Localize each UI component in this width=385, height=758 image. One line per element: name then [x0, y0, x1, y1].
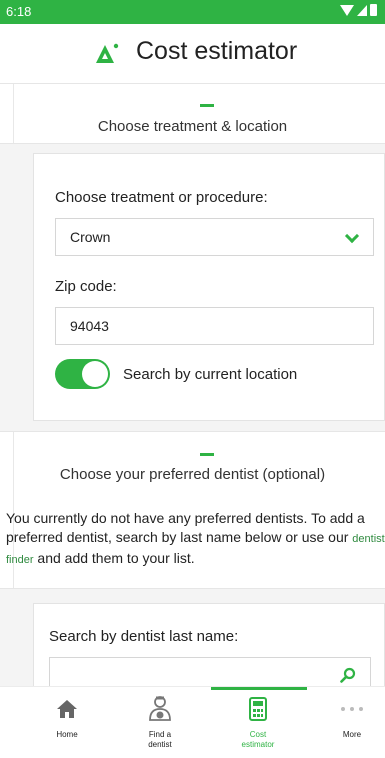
section-indicator [200, 453, 214, 456]
zip-code-input[interactable]: 94043 [55, 307, 374, 345]
bottom-nav: Home Find a dentist Cost estimator More [0, 686, 385, 758]
nav-find-dentist-label: Find a dentist [148, 730, 172, 749]
info-text-start: You currently do not have any preferred … [6, 510, 365, 545]
chevron-down-icon [344, 228, 360, 244]
zip-code-value: 94043 [70, 318, 109, 334]
toggle-knob [82, 361, 108, 387]
procedure-select[interactable]: Crown [55, 218, 374, 256]
nav-home-label: Home [56, 730, 78, 739]
nav-home[interactable]: Home [40, 687, 94, 758]
wifi-icon [340, 4, 354, 16]
treatment-band: Choose treatment or procedure: Crown Zip… [0, 143, 385, 432]
search-icon[interactable] [340, 667, 356, 683]
section-heading-treatment: Choose treatment & location [97, 118, 288, 135]
status-bar: 6:18 [0, 0, 385, 24]
calculator-icon [249, 697, 267, 721]
procedure-label: Choose treatment or procedure: [55, 189, 268, 206]
status-time: 6:18 [6, 4, 32, 19]
status-icons [340, 4, 377, 16]
home-icon [57, 700, 77, 718]
preferred-dentist-info: You currently do not have any preferred … [6, 509, 385, 570]
procedure-selected-value: Crown [70, 229, 111, 245]
dentist-search-label: Search by dentist last name: [49, 628, 239, 645]
treatment-card: Choose treatment or procedure: Crown Zip… [33, 153, 385, 421]
dentist-icon [149, 696, 171, 721]
search-band: Search by dentist last name: [0, 588, 385, 703]
more-icon [341, 707, 363, 711]
info-text-end: and add them to your list. [33, 550, 195, 566]
app-logo-icon [96, 43, 119, 63]
signal-icon [357, 4, 367, 16]
nav-find-dentist[interactable]: Find a dentist [133, 687, 187, 758]
section-indicator [200, 104, 214, 107]
zip-label: Zip code: [55, 278, 117, 295]
app-header: Cost estimator [0, 24, 385, 84]
battery-icon [370, 4, 377, 16]
page-title: Cost estimator [136, 37, 298, 65]
nav-more[interactable]: More [325, 687, 379, 758]
nav-cost-estimator[interactable]: Cost estimator [231, 687, 285, 758]
current-location-label: Search by current location [123, 366, 298, 383]
nav-cost-estimator-label: Cost estimator [241, 730, 275, 749]
current-location-toggle[interactable] [55, 359, 110, 389]
section-heading-dentist: Choose your preferred dentist (optional) [59, 466, 326, 483]
nav-more-label: More [342, 730, 362, 739]
